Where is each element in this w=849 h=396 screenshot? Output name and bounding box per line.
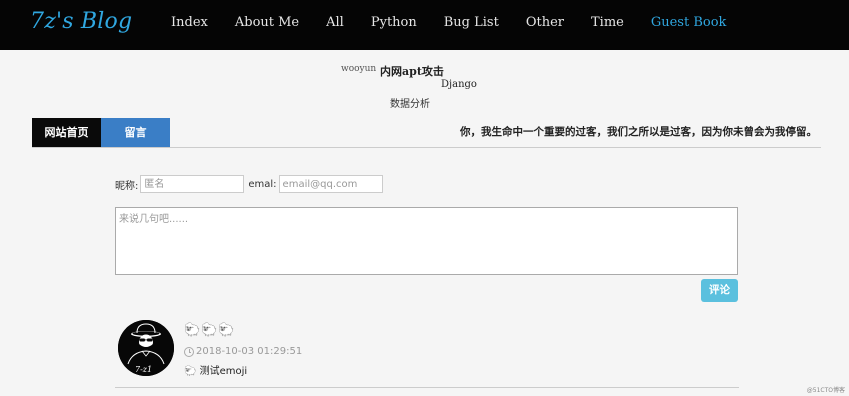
- nav-item-other[interactable]: Other: [526, 15, 564, 30]
- nav-item-guest-book[interactable]: Guest Book: [651, 15, 727, 30]
- comment-body: 🐑 测试emoji: [184, 362, 247, 377]
- comment-divider: [115, 387, 739, 388]
- form-row: 昵称: emal:: [115, 175, 383, 193]
- comment-textarea[interactable]: [115, 207, 738, 275]
- nav-item-all[interactable]: All: [326, 15, 344, 30]
- nav-item-time[interactable]: Time: [591, 15, 624, 30]
- submit-comment-button[interactable]: 评论: [701, 279, 738, 302]
- nav-item-python[interactable]: Python: [371, 15, 417, 30]
- nickname-label: 昵称:: [115, 180, 139, 192]
- nickname-input[interactable]: [140, 175, 245, 193]
- watermark: @51CTO博客: [806, 387, 845, 394]
- email-input[interactable]: [278, 175, 383, 193]
- clock-icon: [184, 346, 194, 357]
- site-logo[interactable]: 7z's Blog: [30, 9, 132, 34]
- nav-item-about-me[interactable]: About Me: [235, 15, 299, 30]
- tab-site-home[interactable]: 网站首页: [32, 118, 101, 147]
- nav-item-index[interactable]: Index: [171, 15, 208, 30]
- comment-timestamp: 2018-10-03 01:29:51: [184, 346, 302, 357]
- comment-text: 测试emoji: [199, 366, 248, 377]
- tag-django[interactable]: Django: [441, 79, 477, 90]
- timestamp-text: 2018-10-03 01:29:51: [196, 346, 303, 357]
- avatar: 7-z1: [118, 320, 174, 376]
- email-label: emal:: [248, 178, 277, 190]
- tag-apt-attack[interactable]: 内网apt攻击: [380, 63, 444, 79]
- tag-wooyun[interactable]: wooyun: [341, 64, 376, 74]
- comment-emoji-row: 🐑🐑🐑: [184, 323, 236, 338]
- main-nav: Index About Me All Python Bug List Other…: [171, 15, 753, 30]
- hacker-avatar-icon: 7-z1: [118, 320, 174, 376]
- tab-message[interactable]: 留言: [101, 118, 170, 147]
- motto-text: 你，我生命中一个重要的过客，我们之所以是过客，因为你未曾会为我停留。: [460, 126, 817, 138]
- section-tabs: 网站首页 留言 你，我生命中一个重要的过客，我们之所以是过客，因为你未曾会为我停…: [32, 118, 821, 148]
- tag-data-analysis[interactable]: 数据分析: [390, 95, 430, 110]
- comment-sheep-icon: 🐑: [184, 366, 197, 377]
- top-navbar: 7z's Blog Index About Me All Python Bug …: [0, 0, 849, 50]
- avatar-signature: 7-z1: [135, 365, 152, 374]
- nav-item-bug-list[interactable]: Bug List: [444, 15, 499, 30]
